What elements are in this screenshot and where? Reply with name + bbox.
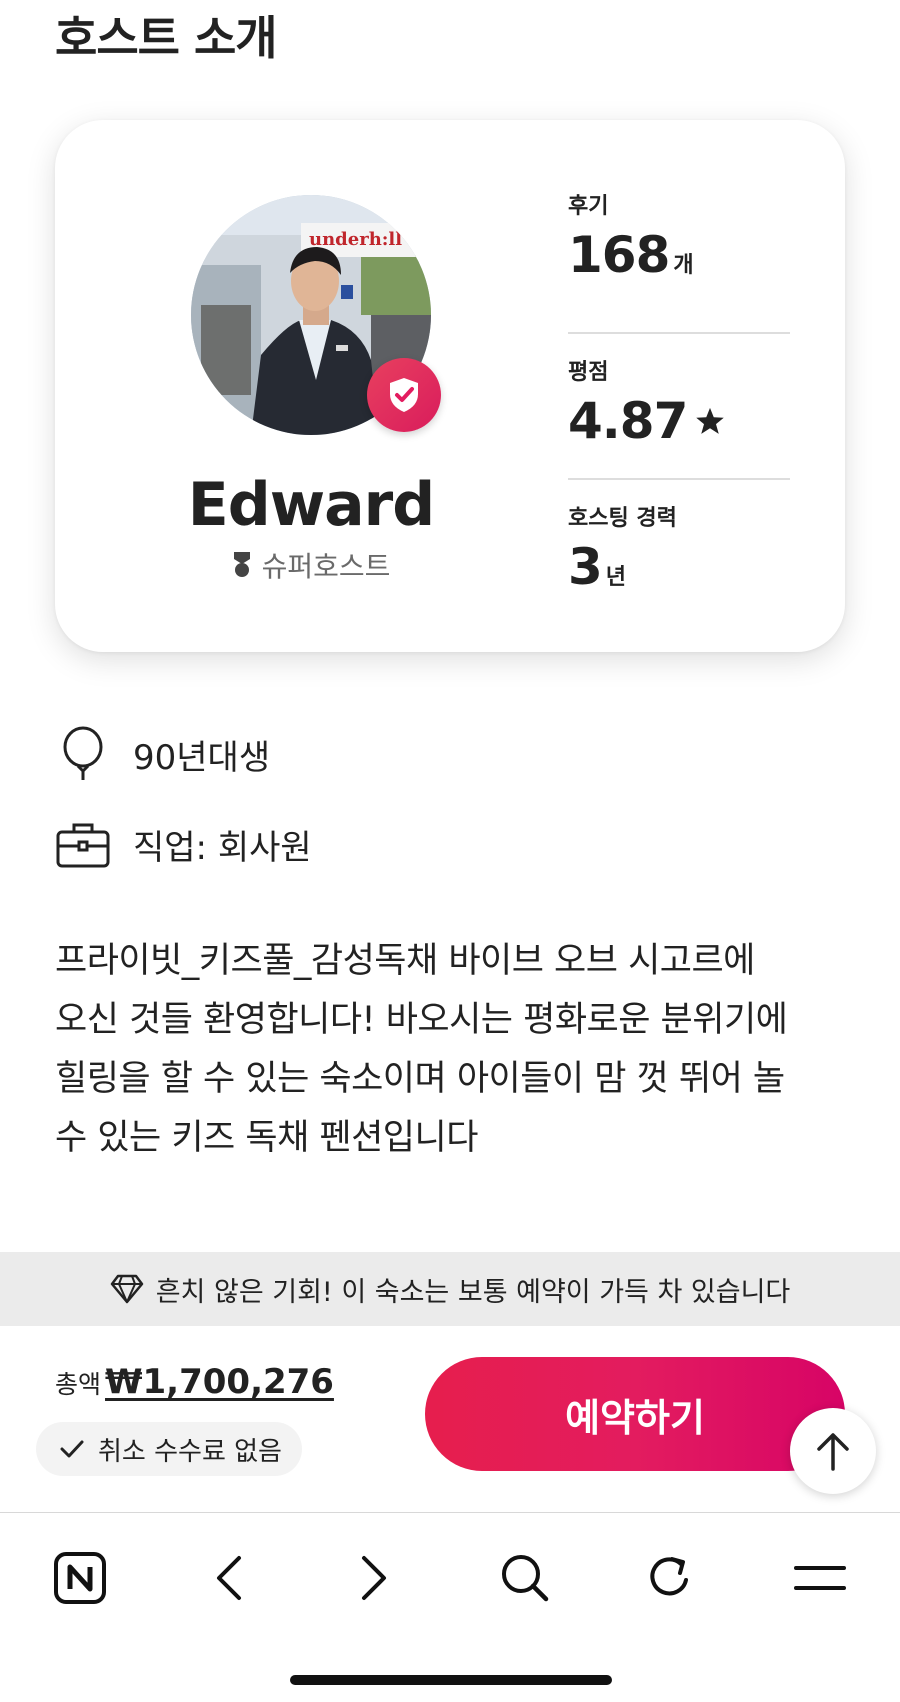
naver-home-icon xyxy=(54,1552,106,1604)
stat-unit: 년 xyxy=(605,565,627,590)
host-description: 프라이빗_키즈풀_감성독채 바이브 오브 시고르에 오신 것들 환영합니다! 바… xyxy=(55,932,855,1168)
total-price-row[interactable]: 총액 ₩1,700,276 xyxy=(55,1362,334,1402)
free-cancellation-chip: 취소 수수료 없음 xyxy=(36,1422,302,1476)
superhost-text: 슈퍼호스트 xyxy=(261,550,391,583)
forward-button[interactable] xyxy=(340,1543,410,1613)
section-title: 호스트 소개 xyxy=(55,11,278,65)
stat-label: 후기 xyxy=(568,194,609,219)
forward-icon xyxy=(362,1556,386,1600)
info-job: 직업: 회사원 xyxy=(55,820,312,869)
stat-reviews[interactable]: 후기 168 개 xyxy=(568,188,790,334)
host-name: Edward xyxy=(187,470,435,540)
superhost-label: 슈퍼호스트 xyxy=(55,545,567,585)
stat-unit: 개 xyxy=(673,253,694,278)
search-button[interactable] xyxy=(490,1543,560,1613)
stat-label: 호스팅 경력 xyxy=(568,506,677,531)
star-icon xyxy=(696,407,725,434)
back-icon xyxy=(217,1556,241,1600)
rare-find-banner: 흔치 않은 기회! 이 숙소는 보통 예약이 가득 차 있습니다 xyxy=(0,1252,900,1326)
description-line: 오신 것들 환영합니다! 바오시는 평화로운 분위기에 xyxy=(55,1000,788,1040)
shield-check-icon xyxy=(390,378,418,412)
back-button[interactable] xyxy=(193,1543,263,1613)
menu-icon xyxy=(794,1566,846,1590)
stat-value: 4.87 xyxy=(568,392,688,450)
description-line: 수 있는 키즈 독채 펜션입니다 xyxy=(55,1118,478,1158)
info-birth: 90년대생 xyxy=(55,726,270,782)
birth-text: 90년대생 xyxy=(133,737,271,778)
total-label: 총액 xyxy=(55,1370,102,1399)
search-icon xyxy=(502,1555,549,1602)
description-line: 프라이빗_키즈풀_감성독채 바이브 오브 시고르에 xyxy=(55,941,755,981)
refresh-icon xyxy=(650,1557,688,1596)
browser-toolbar xyxy=(0,1512,900,1702)
verified-badge xyxy=(367,358,441,432)
refresh-button[interactable] xyxy=(635,1543,705,1613)
stat-rating: 평점 4.87 xyxy=(568,334,790,480)
medal-icon xyxy=(233,552,250,577)
description-line: 힐링을 할 수 있는 숙소이며 아이들이 맘 껏 뛰어 놀 xyxy=(55,1059,785,1099)
stat-label: 평점 xyxy=(568,360,609,385)
notice-text: 흔치 않은 기회! 이 숙소는 보통 예약이 가득 차 있습니다 xyxy=(155,1276,791,1308)
photo-sign-text: underh:ll xyxy=(309,229,402,250)
balloon-icon xyxy=(63,726,103,780)
menu-button[interactable] xyxy=(785,1543,855,1613)
home-indicator[interactable] xyxy=(290,1675,612,1685)
fee-chip-text: 취소 수수료 없음 xyxy=(98,1436,282,1467)
reserve-button[interactable]: 예약하기 xyxy=(425,1357,845,1471)
job-text: 직업: 회사원 xyxy=(133,828,312,868)
stat-hosting-years: 호스팅 경력 3 년 xyxy=(568,480,790,626)
total-price[interactable]: ₩1,700,276 xyxy=(105,1362,334,1402)
stat-value: 3 xyxy=(568,538,603,596)
diamond-icon xyxy=(110,1274,143,1304)
briefcase-icon xyxy=(56,823,110,867)
host-stats: 후기 168 개 평점 4.87 호스팅 경력 3 년 xyxy=(568,188,790,626)
naver-home-button[interactable] xyxy=(45,1543,115,1613)
stat-value: 168 xyxy=(568,226,670,284)
host-intro-page: 호스트 소개 underh:ll Edward 슈퍼호스트 후기 168 개 평… xyxy=(0,0,900,1702)
check-icon xyxy=(60,1440,84,1458)
host-card[interactable]: underh:ll Edward 슈퍼호스트 후기 168 개 평점 4.87 … xyxy=(55,120,845,652)
scroll-to-top-button[interactable] xyxy=(790,1408,876,1494)
arrow-up-icon xyxy=(817,1433,849,1471)
